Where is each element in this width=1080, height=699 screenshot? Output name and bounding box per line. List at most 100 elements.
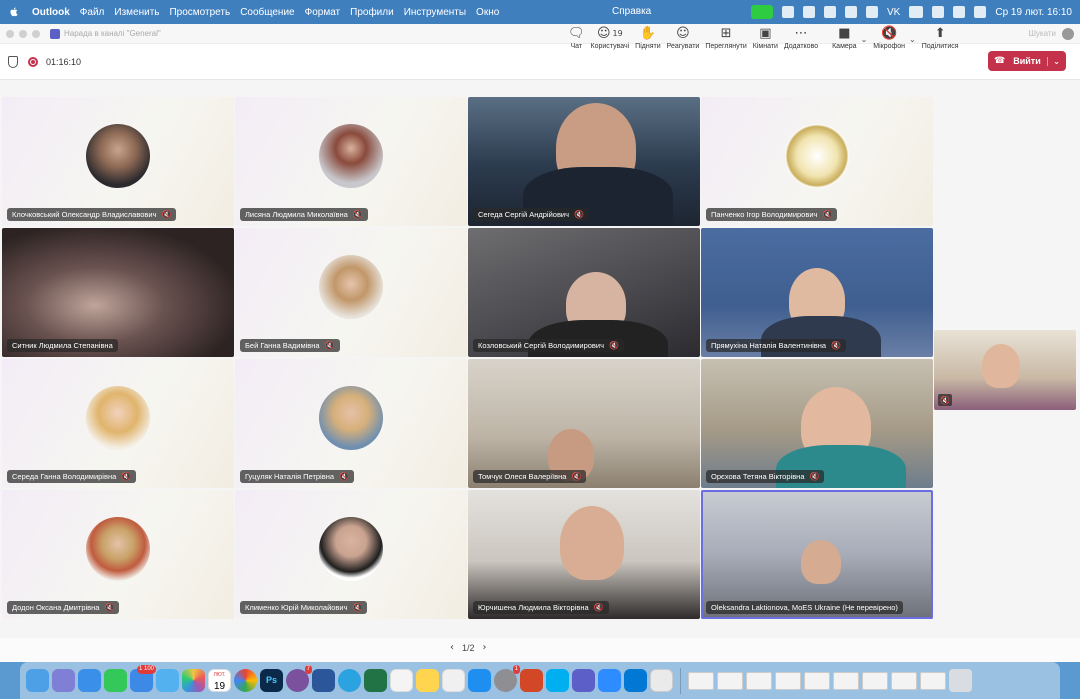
excel-icon[interactable] [364, 669, 387, 692]
status-icon[interactable] [824, 6, 837, 18]
user-avatar[interactable] [1062, 27, 1074, 40]
participant-tile[interactable]: Клочковський Олександр Владиславович 🔇 [2, 97, 234, 226]
photoshop-icon[interactable]: Ps [260, 669, 283, 692]
reminders-icon[interactable] [390, 669, 413, 692]
menu-format[interactable]: Формат [305, 7, 341, 18]
minimized-window[interactable] [746, 671, 772, 690]
menu-tools[interactable]: Инструменты [404, 7, 466, 18]
view-button[interactable]: ⊞ Переглянути [705, 25, 746, 51]
participant-video-tile[interactable]: Прямухіна Наталія Валентинівна 🔇 [701, 228, 933, 357]
notes-icon[interactable] [416, 669, 439, 692]
status-icon[interactable] [845, 6, 858, 18]
search-icon[interactable] [953, 6, 966, 18]
calendar-icon[interactable]: ЛЮТ. 19 [208, 669, 231, 692]
people-button[interactable]: ☺ 19 Користувачі [591, 25, 630, 51]
mail-icon[interactable]: 1 100 [130, 665, 156, 692]
safari-icon[interactable] [78, 669, 101, 692]
menu-edit[interactable]: Изменить [114, 7, 159, 18]
rooms-button[interactable]: ▣ Кімнати [753, 25, 778, 51]
participant-video-tile[interactable]: Oleksandra Laktionova, MoES Ukraine (Не … [701, 490, 933, 619]
participant-video-tile[interactable]: Ситник Людмила Степанівна [2, 228, 234, 357]
word-icon[interactable] [312, 669, 335, 692]
chrome-icon[interactable] [234, 669, 257, 692]
screen-sharing-icon[interactable] [650, 669, 673, 692]
minimized-window[interactable] [717, 671, 743, 690]
chevron-down-icon[interactable]: ⌄ [861, 35, 868, 44]
wifi-icon[interactable] [932, 6, 945, 18]
zoom-icon[interactable] [32, 29, 40, 38]
menu-message[interactable]: Сообщение [240, 7, 294, 18]
chat-button[interactable]: 🗨 Чат [568, 25, 585, 51]
minimized-window[interactable] [833, 671, 859, 690]
raise-hand-button[interactable]: ✋ Підняти [635, 25, 660, 51]
participant-tile[interactable]: Клименко Юрій Миколайович 🔇 [235, 490, 467, 619]
close-icon[interactable] [6, 29, 14, 38]
zoom-status-icon[interactable] [782, 6, 795, 18]
leave-button[interactable]: ☎ Вийти ⌄ [988, 51, 1066, 71]
settings-icon[interactable]: 1 [494, 665, 520, 692]
teams-icon[interactable] [572, 669, 595, 692]
launchpad-icon[interactable] [52, 669, 75, 692]
titlebar-hint[interactable]: Шукати [1029, 29, 1056, 38]
chevron-down-icon[interactable]: ⌄ [1047, 56, 1060, 66]
more-label: Додатково [783, 43, 819, 50]
apple-icon[interactable] [8, 6, 20, 18]
participant-tile[interactable]: Бей Ганна Вадимівна 🔇 [235, 228, 467, 357]
menu-profiles[interactable]: Профили [350, 7, 394, 18]
participant-video-tile[interactable]: Сегеда Сергій Андрійович 🔇 [468, 97, 700, 226]
vk-icon[interactable]: VK [887, 7, 900, 18]
minimized-window[interactable] [862, 671, 888, 690]
menu-app-name[interactable]: Outlook [32, 7, 70, 18]
chevron-right-icon[interactable]: › [483, 642, 487, 653]
shield-icon[interactable] [8, 55, 18, 68]
participant-tile[interactable]: Панченко Ігор Володимирович 🔇 [701, 97, 933, 226]
participant-tile[interactable]: Гуцуляк Наталія Петрівна 🔇 [235, 359, 467, 488]
menu-window[interactable]: Окно [476, 7, 499, 18]
participant-avatar [319, 516, 383, 581]
outlook-icon[interactable] [624, 669, 647, 692]
status-icon[interactable] [803, 6, 816, 18]
finder-icon[interactable] [26, 669, 49, 692]
trash-icon[interactable] [949, 669, 972, 692]
minimize-icon[interactable] [19, 29, 27, 38]
participant-video-tile[interactable]: Козловський Сергій Володимирович 🔇 [468, 228, 700, 357]
maps-icon[interactable] [156, 669, 179, 692]
minimized-window[interactable] [688, 671, 714, 690]
minimized-window[interactable] [891, 671, 917, 690]
powerpoint-icon[interactable] [520, 669, 543, 692]
minimized-window[interactable] [804, 671, 830, 690]
participant-video-tile[interactable]: Юрчишена Людмила Вікторівна 🔇 [468, 490, 700, 619]
participant-tile[interactable]: Додон Оксана Дмитрівна 🔇 [2, 490, 234, 619]
photos-icon[interactable] [182, 669, 205, 692]
share-button[interactable]: ⬆ Поділитися [922, 25, 959, 51]
participant-tile[interactable]: Середа Ганна Володимирівна 🔇 [2, 359, 234, 488]
messages-icon[interactable] [104, 669, 127, 692]
mic-button[interactable]: 🔇 Мікрофон [873, 25, 905, 51]
participant-video-tile[interactable]: Томчук Олеся Валеріївна 🔇 [468, 359, 700, 488]
freeform-icon[interactable] [442, 669, 465, 692]
minimized-window[interactable] [775, 671, 801, 690]
telegram-icon[interactable] [338, 669, 361, 692]
chevron-left-icon[interactable]: ‹ [450, 642, 454, 653]
zoom-icon[interactable] [598, 669, 621, 692]
window-controls[interactable] [6, 29, 40, 38]
status-icon[interactable] [866, 6, 879, 18]
more-button[interactable]: ⋯ Додатково [783, 25, 819, 51]
minimized-window[interactable] [920, 671, 946, 690]
participant-video-tile[interactable]: Орєхова Тетяна Вікторівна 🔇 [701, 359, 933, 488]
chevron-down-icon[interactable]: ⌄ [909, 35, 916, 44]
menu-view[interactable]: Просмотреть [169, 7, 230, 18]
self-view-tile[interactable]: 🔇 [934, 330, 1076, 410]
battery-icon[interactable] [909, 6, 924, 18]
viber-icon[interactable]: 7 [286, 665, 312, 692]
participant-tile[interactable]: Лисяна Людмила Миколаївна 🔇 [235, 97, 467, 226]
skype-icon[interactable] [546, 669, 569, 692]
camera-button[interactable]: ■ Камера [832, 25, 856, 51]
control-center-icon[interactable] [974, 6, 987, 18]
react-button[interactable]: ☺ Реагувати [667, 25, 700, 51]
menu-file[interactable]: Файл [80, 7, 105, 18]
app-store-icon[interactable] [468, 669, 491, 692]
facetime-icon[interactable] [751, 5, 774, 19]
menubar-clock[interactable]: Ср 19 лют. 16:10 [995, 7, 1072, 18]
menu-help[interactable]: Справка [612, 6, 651, 17]
